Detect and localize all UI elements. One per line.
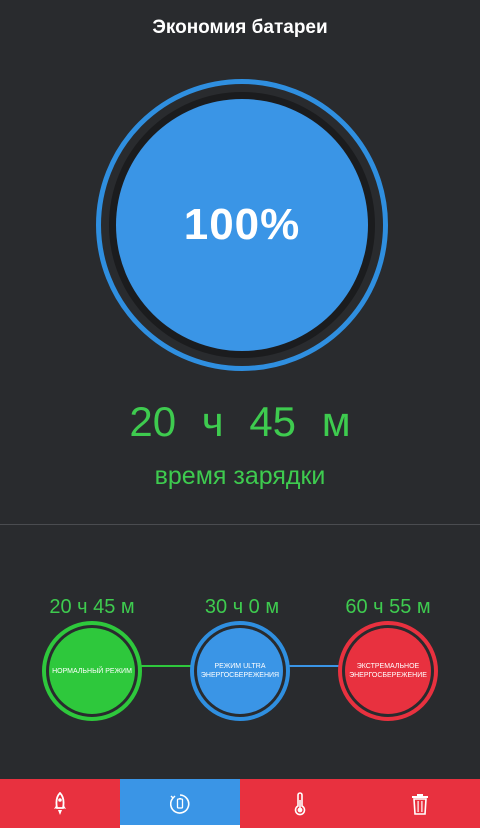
mode-normal-button[interactable]: Нормальный режим — [42, 621, 142, 721]
page-title: Экономия батареи — [152, 17, 328, 38]
mode-ultra-button[interactable]: Режим ULTRA энергосбережения — [190, 621, 290, 721]
trash-icon — [412, 793, 428, 815]
gauge-track: 100% — [109, 92, 375, 358]
mode-extreme-button[interactable]: Экстремальное энергосбережение — [338, 621, 438, 721]
battery-gauge[interactable]: 100% — [96, 79, 388, 371]
remaining-time-caption: время зарядки — [154, 462, 326, 490]
section-divider — [0, 524, 480, 525]
battery-saver-screen: Экономия батареи 100% 20 ч 45 м время за… — [0, 0, 480, 828]
mode-ultra-label: Режим ULTRA энергосбережения — [197, 628, 283, 714]
tab-cleaner[interactable] — [360, 779, 480, 828]
remaining-time: 20 ч 45 м — [129, 398, 351, 445]
mode-normal-time: 20 ч 45 м — [49, 596, 135, 618]
thermometer-icon — [294, 791, 306, 815]
battery-saver-icon — [170, 793, 190, 814]
mode-extreme-time: 60 ч 55 м — [345, 596, 431, 618]
mode-normal-label: Нормальный режим — [49, 628, 135, 714]
battery-percent: 100% — [183, 200, 301, 249]
tab-temperature[interactable] — [240, 779, 360, 828]
connector-normal-ultra — [140, 665, 192, 667]
mode-extreme-label: Экстремальное энергосбережение — [345, 628, 431, 714]
tab-battery-saver[interactable] — [120, 779, 240, 828]
mode-ultra-time: 30 ч 0 м — [204, 596, 280, 618]
tab-boost[interactable] — [0, 779, 120, 828]
bottom-tab-bar — [0, 779, 480, 828]
connector-ultra-extreme — [288, 665, 340, 667]
rocket-icon — [54, 791, 66, 815]
gauge-fill: 100% — [116, 99, 368, 351]
